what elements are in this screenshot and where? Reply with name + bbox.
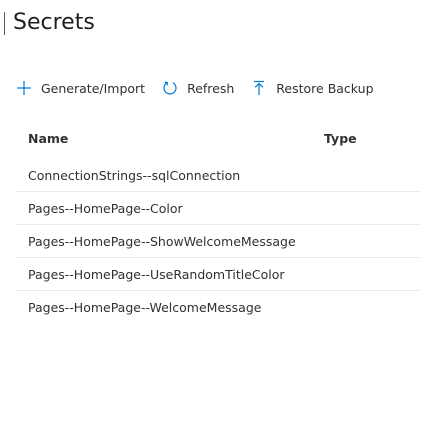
generate-import-button[interactable]: Generate/Import [16, 75, 145, 101]
refresh-label: Refresh [187, 80, 235, 96]
table-row[interactable]: Pages--HomePage--WelcomeMessage [16, 291, 420, 324]
table-row[interactable]: Pages--HomePage--UseRandomTitleColor [16, 258, 420, 291]
generate-import-label: Generate/Import [41, 80, 146, 96]
secrets-table: Name Type ConnectionStrings--sqlConnecti… [16, 122, 420, 324]
secret-name: Pages--HomePage--ShowWelcomeMessage [28, 233, 296, 249]
plus-icon [16, 80, 32, 96]
command-bar: Generate/Import Refresh Restore Backup [16, 75, 374, 101]
table-body: ConnectionStrings--sqlConnection Pages--… [16, 159, 420, 324]
page-title: Secrets [4, 6, 95, 38]
table-row[interactable]: Pages--HomePage--Color [16, 192, 420, 225]
column-header-type[interactable]: Type [324, 131, 420, 146]
restore-backup-button[interactable]: Restore Backup [251, 75, 374, 101]
table-header: Name Type [16, 122, 420, 154]
secret-name: Pages--HomePage--WelcomeMessage [28, 300, 262, 315]
table-row[interactable]: ConnectionStrings--sqlConnection [16, 159, 420, 192]
secret-name: Pages--HomePage--UseRandomTitleColor [28, 266, 285, 282]
title-divider [4, 11, 5, 35]
secret-name: ConnectionStrings--sqlConnection [28, 167, 241, 183]
table-row[interactable]: Pages--HomePage--ShowWelcomeMessage [16, 225, 420, 258]
refresh-icon [162, 80, 178, 96]
column-header-name[interactable]: Name [16, 131, 324, 146]
page-title-text: Secrets [13, 9, 95, 35]
upload-arrow-icon [251, 80, 267, 96]
refresh-button[interactable]: Refresh [162, 75, 234, 101]
secret-name: Pages--HomePage--Color [28, 200, 183, 216]
restore-backup-label: Restore Backup [276, 80, 374, 96]
